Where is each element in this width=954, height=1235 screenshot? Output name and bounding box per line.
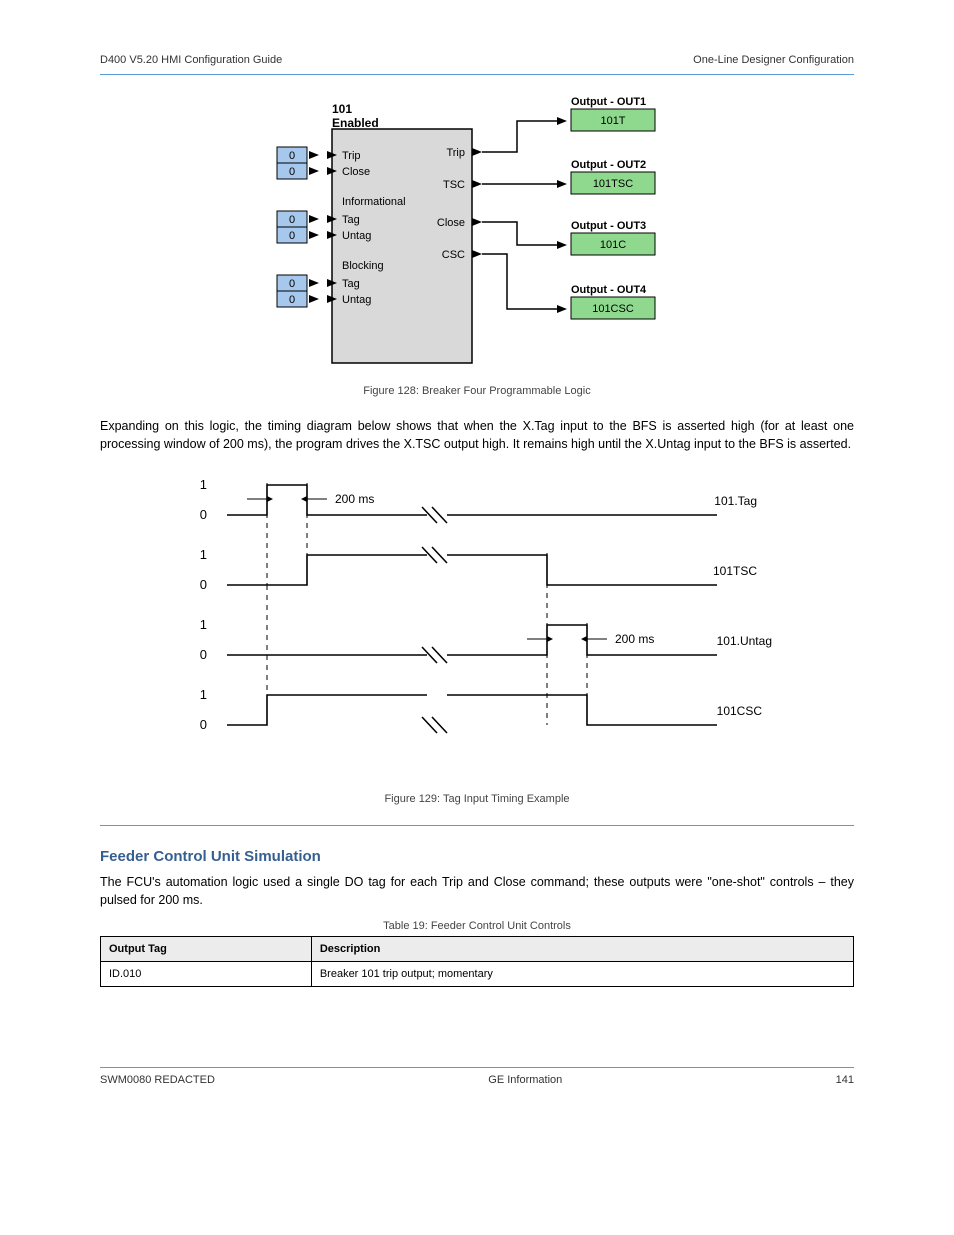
out2-value: 101TSC	[593, 178, 633, 190]
input-1-label: Close	[342, 166, 370, 178]
port-csc: CSC	[442, 249, 465, 261]
input-7-label: Untag	[342, 294, 371, 306]
row3-name: 101.Untag	[717, 634, 772, 648]
block-diagram-svg: 101 Enabled 0 Trip 0 Close Informational…	[257, 85, 697, 375]
row1-level-0: 0	[200, 507, 207, 522]
port-close: Close	[437, 217, 465, 229]
input-7-value: 0	[289, 294, 295, 306]
row3-level-1: 1	[200, 617, 207, 632]
table-row: ID.010 Breaker 101 trip output; momentar…	[101, 961, 854, 986]
section-heading-fcu: Feeder Control Unit Simulation	[100, 848, 854, 865]
table-cell-output-tag: ID.010	[101, 961, 312, 986]
port-tsc: TSC	[443, 179, 465, 191]
timing-diagram-svg: 1 0 101.Tag 200 ms 1 0 101TSC	[157, 463, 797, 783]
table-cell-description: Breaker 101 trip output; momentary	[311, 961, 853, 986]
block-title-2: Enabled	[332, 116, 379, 130]
group-informational: Informational	[342, 196, 406, 208]
footer-left: SWM0080 REDACTED	[100, 1074, 215, 1086]
input-4-value: 0	[289, 230, 295, 242]
port-trip: Trip	[446, 147, 465, 159]
input-0-label: Trip	[342, 150, 361, 162]
row2-level-0: 0	[200, 577, 207, 592]
table-19-caption: Table 19: Feeder Control Unit Controls	[100, 920, 854, 932]
header-left: D400 V5.20 HMI Configuration Guide	[100, 54, 282, 66]
timing-diagram-figure: 1 0 101.Tag 200 ms 1 0 101TSC	[100, 463, 854, 783]
input-6-value: 0	[289, 278, 295, 290]
figure-129-caption: Figure 129: Tag Input Timing Example	[100, 793, 854, 805]
table-col-output-tag: Output Tag	[101, 936, 312, 961]
row1-level-1: 1	[200, 477, 207, 492]
block-title-1: 101	[332, 102, 352, 116]
group-blocking: Blocking	[342, 260, 384, 272]
input-3-label: Tag	[342, 214, 360, 226]
out1-title: Output - OUT1	[571, 96, 646, 108]
input-0-value: 0	[289, 150, 295, 162]
out1-value: 101T	[600, 115, 625, 127]
footer-right: 141	[836, 1074, 854, 1086]
out4-title: Output - OUT4	[571, 284, 647, 296]
row2-name: 101TSC	[713, 564, 757, 578]
out3-title: Output - OUT3	[571, 220, 646, 232]
block-diagram-figure: 101 Enabled 0 Trip 0 Close Informational…	[100, 85, 854, 375]
out2-title: Output - OUT2	[571, 159, 646, 171]
pulse-label-2: 200 ms	[615, 632, 654, 646]
row4-name: 101CSC	[717, 704, 763, 718]
table-col-description: Description	[311, 936, 853, 961]
input-3-value: 0	[289, 214, 295, 226]
input-6-label: Tag	[342, 278, 360, 290]
row4-level-1: 1	[200, 687, 207, 702]
paragraph-2: The FCU's automation logic used a single…	[100, 873, 854, 909]
table-header-row: Output Tag Description	[101, 936, 854, 961]
figure-128-caption: Figure 128: Breaker Four Programmable Lo…	[100, 385, 854, 397]
out4-value: 101CSC	[592, 303, 634, 315]
header-divider	[100, 74, 854, 75]
input-1-value: 0	[289, 166, 295, 178]
input-4-label: Untag	[342, 230, 371, 242]
out3-value: 101C	[600, 239, 626, 251]
row1-name: 101.Tag	[714, 494, 757, 508]
fcu-controls-table: Output Tag Description ID.010 Breaker 10…	[100, 936, 854, 987]
footer-center: GE Information	[488, 1074, 562, 1086]
row3-level-0: 0	[200, 647, 207, 662]
header-right: One-Line Designer Configuration	[693, 54, 854, 66]
section-divider	[100, 825, 854, 826]
row2-level-1: 1	[200, 547, 207, 562]
row4-level-0: 0	[200, 717, 207, 732]
pulse-label-1: 200 ms	[335, 492, 374, 506]
paragraph-1: Expanding on this logic, the timing diag…	[100, 417, 854, 453]
